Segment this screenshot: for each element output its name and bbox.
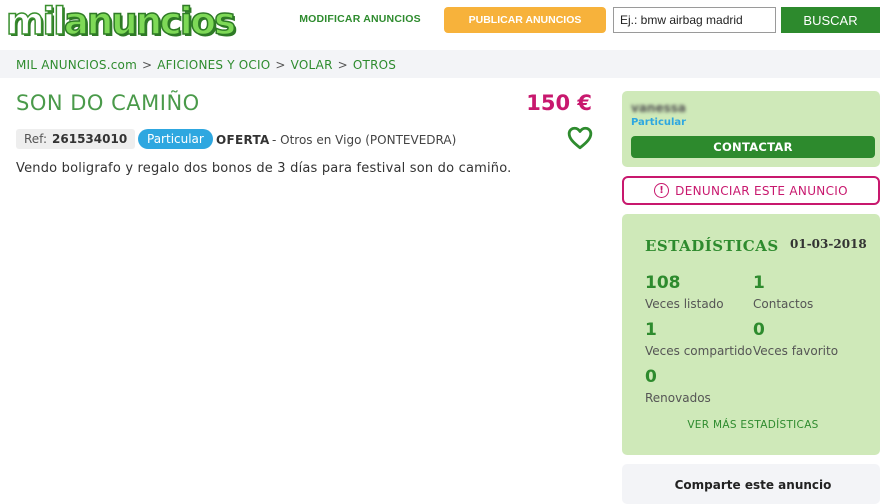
milanuncios-logo[interactable]: milanuncios bbox=[5, 0, 237, 43]
stat-favorite-value: 0 bbox=[753, 320, 765, 340]
buscar-button[interactable]: BUSCAR bbox=[781, 7, 880, 33]
publicar-anuncios-button[interactable]: PUBLICAR ANUNCIOS bbox=[444, 7, 606, 33]
breadcrumb-aficiones[interactable]: AFICIONES Y OCIO bbox=[157, 58, 270, 72]
breadcrumb-otros[interactable]: OTROS bbox=[353, 58, 396, 72]
ref-value: 261534010 bbox=[52, 132, 128, 146]
stat-shared-value: 1 bbox=[645, 320, 657, 340]
seller-type: Particular bbox=[631, 117, 687, 128]
stat-contacts-label: Contactos bbox=[753, 297, 814, 311]
breadcrumb-home-domain: .com bbox=[106, 58, 137, 72]
stats-date: 01-03-2018 bbox=[790, 237, 867, 251]
breadcrumb-volar[interactable]: VOLAR bbox=[291, 58, 333, 72]
heart-icon[interactable] bbox=[567, 125, 593, 151]
stat-renewed-value: 0 bbox=[645, 367, 657, 387]
logo-part-mil: mil bbox=[5, 0, 66, 43]
breadcrumb-home-label: MIL ANUNCIOS bbox=[16, 58, 107, 72]
stats-title: ESTADÍSTICAS bbox=[645, 237, 779, 255]
ad-description: Vendo boligrafo y regalo dos bonos de 3 … bbox=[16, 161, 512, 176]
stat-renewed-label: Renovados bbox=[645, 391, 711, 405]
breadcrumb: MIL ANUNCIOS.com > AFICIONES Y OCIO > VOLAR >… bbox=[16, 58, 396, 72]
ad-title: SON DO CAMIÑO bbox=[16, 91, 200, 115]
breadcrumb-separator: > bbox=[141, 58, 153, 72]
stat-contacts-value: 1 bbox=[753, 273, 765, 293]
search-input[interactable] bbox=[613, 7, 776, 33]
contactar-button[interactable]: CONTACTAR bbox=[631, 136, 875, 158]
share-title: Comparte este anuncio bbox=[674, 478, 832, 492]
stat-listed-value: 108 bbox=[645, 273, 681, 293]
denunciar-label: DENUNCIAR ESTE ANUNCIO bbox=[675, 183, 848, 198]
breadcrumb-home[interactable]: MIL ANUNCIOS.com bbox=[16, 58, 137, 72]
denunciar-button[interactable]: ! DENUNCIAR ESTE ANUNCIO bbox=[622, 176, 880, 205]
stat-favorite-label: Veces favorito bbox=[753, 344, 839, 358]
stat-shared-label: Veces compartido bbox=[645, 344, 753, 358]
ad-price: 150 € bbox=[526, 91, 592, 115]
ad-location: - Otros en Vigo (PONTEVEDRA) bbox=[272, 133, 457, 147]
modificar-anuncios-link[interactable]: MODIFICAR ANUNCIOS bbox=[290, 13, 430, 25]
breadcrumb-separator: > bbox=[275, 58, 286, 72]
warning-icon: ! bbox=[654, 183, 670, 198]
ad-kind: OFERTA bbox=[216, 133, 270, 147]
ver-mas-estadisticas-link[interactable]: VER MÁS ESTADÍSTICAS bbox=[622, 419, 880, 431]
logo-part-anuncios: anuncios bbox=[63, 0, 237, 43]
particular-badge: Particular bbox=[138, 129, 213, 149]
ref-label: Ref: bbox=[24, 132, 48, 146]
ref-badge: Ref: 261534010 bbox=[16, 129, 136, 149]
stat-listed-label: Veces listado bbox=[645, 297, 724, 311]
breadcrumb-separator: > bbox=[337, 58, 348, 72]
header: milanuncios MODIFICAR ANUNCIOS PUBLICAR … bbox=[0, 0, 880, 46]
seller-name: vanessa bbox=[631, 101, 686, 115]
